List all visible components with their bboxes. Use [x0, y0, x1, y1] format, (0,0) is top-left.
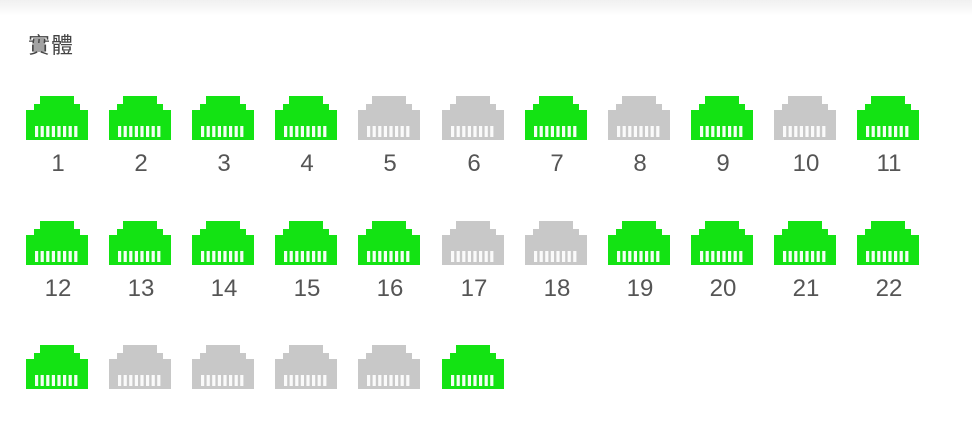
rj45-port-icon [358, 345, 420, 389]
port-number: 13 [127, 275, 155, 302]
rj45-port-icon [857, 221, 919, 265]
rj45-port-icon [525, 96, 587, 140]
port-number: 14 [210, 275, 238, 302]
ethernet-port-2[interactable]: 2 [109, 96, 173, 196]
ethernet-port-19[interactable]: 19 [608, 221, 672, 321]
port-number: 5 [383, 150, 397, 177]
rj45-port-icon [608, 221, 670, 265]
rj45-port-icon [774, 221, 836, 265]
port-number: 3 [217, 150, 231, 177]
ethernet-port-16[interactable]: 16 [358, 221, 422, 321]
rj45-port-icon [109, 345, 171, 389]
ethernet-port-1[interactable]: 1 [26, 96, 90, 196]
port-number: 21 [792, 275, 820, 302]
port-number: 20 [709, 275, 737, 302]
port-number: 11 [876, 150, 902, 177]
ethernet-port-3[interactable]: 3 [192, 96, 256, 196]
rj45-port-icon [275, 221, 337, 265]
rj45-port-icon [857, 96, 919, 140]
section-title: 實體 [28, 34, 75, 59]
ethernet-port-8[interactable]: 8 [608, 96, 672, 196]
port-number: 15 [293, 275, 321, 302]
rj45-port-icon [691, 221, 753, 265]
port-number: 6 [467, 150, 481, 177]
port-number: 1 [51, 150, 65, 177]
physical-ports-panel: 實體 1 2 3 4 5 6 7 8 9 10 11 12 13 14 15 16 17 18 19 20 21 22 [0, 0, 972, 401]
rj45-port-icon [442, 345, 504, 389]
port-number: 12 [44, 275, 72, 302]
rj45-port-icon [109, 221, 171, 265]
ethernet-port-row3-6[interactable] [442, 345, 506, 445]
port-number: 9 [716, 150, 730, 177]
rj45-port-icon [275, 345, 337, 389]
rj45-port-icon [192, 345, 254, 389]
ethernet-port-row3-3[interactable] [192, 345, 256, 445]
rj45-port-icon [358, 96, 420, 140]
ethernet-port-6[interactable]: 6 [442, 96, 506, 196]
rj45-port-icon [442, 221, 504, 265]
ethernet-port-row3-4[interactable] [275, 345, 339, 445]
port-number: 19 [626, 275, 654, 302]
ethernet-port-15[interactable]: 15 [275, 221, 339, 321]
ethernet-port-14[interactable]: 14 [192, 221, 256, 321]
ethernet-port-12[interactable]: 12 [26, 221, 90, 321]
ethernet-port-row3-1[interactable] [26, 345, 90, 445]
rj45-port-icon [192, 221, 254, 265]
rj45-port-icon [192, 96, 254, 140]
port-number: 4 [300, 150, 314, 177]
port-number: 18 [543, 275, 571, 302]
port-number: 10 [792, 150, 820, 177]
rj45-port-icon [774, 96, 836, 140]
ethernet-port-10[interactable]: 10 [774, 96, 838, 196]
rj45-port-icon [26, 345, 88, 389]
port-number: 2 [134, 150, 148, 177]
ethernet-port-13[interactable]: 13 [109, 221, 173, 321]
rj45-port-icon [26, 221, 88, 265]
port-number: 22 [875, 275, 903, 302]
ethernet-port-row3-5[interactable] [358, 345, 422, 445]
ethernet-port-20[interactable]: 20 [691, 221, 755, 321]
rj45-port-icon [525, 221, 587, 265]
ethernet-port-21[interactable]: 21 [774, 221, 838, 321]
ethernet-port-17[interactable]: 17 [442, 221, 506, 321]
rj45-port-icon [608, 96, 670, 140]
ethernet-port-18[interactable]: 18 [525, 221, 589, 321]
ethernet-port-7[interactable]: 7 [525, 96, 589, 196]
port-number: 16 [376, 275, 404, 302]
rj45-port-icon [691, 96, 753, 140]
ethernet-port-4[interactable]: 4 [275, 96, 339, 196]
ethernet-port-22[interactable]: 22 [857, 221, 921, 321]
port-number: 8 [633, 150, 647, 177]
rj45-port-icon [26, 96, 88, 140]
rj45-port-icon [275, 96, 337, 140]
rj45-port-icon [109, 96, 171, 140]
rj45-port-icon [358, 221, 420, 265]
ethernet-port-5[interactable]: 5 [358, 96, 422, 196]
ethernet-port-9[interactable]: 9 [691, 96, 755, 196]
port-number: 17 [460, 275, 488, 302]
port-number: 7 [550, 150, 564, 177]
rj45-port-icon [442, 96, 504, 140]
ethernet-port-11[interactable]: 11 [857, 96, 921, 196]
ethernet-port-row3-2[interactable] [109, 345, 173, 445]
